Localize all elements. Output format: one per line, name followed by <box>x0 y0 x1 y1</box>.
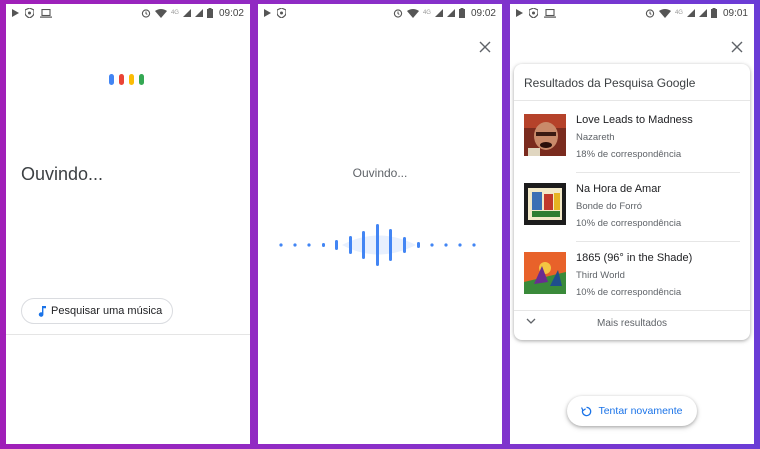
clock-time: 09:01 <box>722 7 748 19</box>
clock-time: 09:02 <box>218 7 244 19</box>
close-icon[interactable] <box>730 40 744 54</box>
signal-icon <box>182 9 191 17</box>
search-song-button[interactable]: Pesquisar uma música <box>21 298 173 324</box>
google-assistant-dots <box>109 74 144 85</box>
green-dot <box>139 74 144 85</box>
battery-icon <box>206 8 213 18</box>
network-type-label: 4G <box>170 10 179 16</box>
wave-bar <box>335 240 338 250</box>
status-bar: 4G 09:01 <box>510 4 754 22</box>
wifi-icon <box>406 8 419 18</box>
results-title: Resultados da Pesquisa Google <box>524 76 696 90</box>
yellow-dot <box>129 74 134 85</box>
match-percentage: 18% de correspondência <box>576 149 682 160</box>
wave-bar <box>322 243 325 247</box>
alarm-icon <box>141 8 151 18</box>
wave-dot <box>444 243 448 247</box>
signal-icon-secondary <box>446 9 455 17</box>
red-dot <box>119 74 124 85</box>
refresh-icon <box>581 406 592 417</box>
screen-listening-wave: 4G 09:02 Ouvindo... <box>258 4 502 444</box>
status-bar: 4G 09:02 <box>258 4 502 22</box>
more-results-row[interactable]: Mais resultados <box>514 310 750 340</box>
wave-dot <box>458 243 462 247</box>
shield-icon <box>529 8 538 18</box>
divider <box>514 100 750 101</box>
album-art-thumbnail <box>524 114 566 156</box>
status-bar: 4G 09:02 <box>6 4 250 22</box>
divider <box>6 334 250 335</box>
music-note-icon <box>38 305 46 317</box>
divider <box>576 241 740 242</box>
signal-icon <box>434 9 443 17</box>
network-type-label: 4G <box>422 10 431 16</box>
wave-bar <box>349 236 352 254</box>
listening-label: Ouvindo... <box>352 166 408 180</box>
play-icon <box>516 9 523 17</box>
search-song-label: Pesquisar uma música <box>51 305 163 317</box>
play-icon <box>12 9 19 17</box>
song-title: 1865 (96° in the Shade) <box>576 252 693 264</box>
wave-bar <box>417 242 420 248</box>
song-artist: Bonde do Forró <box>576 201 643 212</box>
match-percentage: 10% de correspondência <box>576 218 682 229</box>
screen-listening-start: 4G 09:02 Ouvindo... Pesquisar uma música <box>6 4 250 444</box>
alarm-icon <box>393 8 403 18</box>
divider <box>576 172 740 173</box>
song-artist: Third World <box>576 270 625 281</box>
wave-dot <box>293 243 297 247</box>
signal-icon-secondary <box>194 9 203 17</box>
signal-icon <box>686 9 695 17</box>
battery-icon <box>710 8 717 18</box>
wave-dot <box>307 243 311 247</box>
more-results-label: Mais resultados <box>596 318 668 329</box>
album-art-thumbnail <box>524 183 566 225</box>
network-type-label: 4G <box>674 10 683 16</box>
wave-dot <box>430 243 434 247</box>
wifi-icon <box>154 8 167 18</box>
wifi-icon <box>658 8 671 18</box>
wave-bar <box>389 229 392 261</box>
song-artist: Nazareth <box>576 132 615 143</box>
wave-dot <box>279 243 283 247</box>
battery-icon <box>458 8 465 18</box>
play-icon <box>264 9 271 17</box>
laptop-icon <box>544 8 556 18</box>
retry-label: Tentar novamente <box>598 405 683 417</box>
match-percentage: 10% de correspondência <box>576 287 682 298</box>
results-card: Resultados da Pesquisa Google Love Leads… <box>514 64 750 340</box>
retry-button[interactable]: Tentar novamente <box>567 396 697 426</box>
blue-dot <box>109 74 114 85</box>
alarm-icon <box>645 8 655 18</box>
laptop-icon <box>40 8 52 18</box>
song-title: Na Hora de Amar <box>576 183 661 195</box>
album-art-thumbnail <box>524 252 566 294</box>
clock-time: 09:02 <box>470 7 496 19</box>
close-icon[interactable] <box>478 40 492 54</box>
wave-bar <box>362 231 365 259</box>
shield-icon <box>25 8 34 18</box>
screen-results: 4G 09:01 Resultados da Pesquisa Google L… <box>510 4 754 444</box>
shield-icon <box>277 8 286 18</box>
wave-bar <box>403 237 406 253</box>
wave-dot <box>472 243 476 247</box>
signal-icon-secondary <box>698 9 707 17</box>
listening-label: Ouvindo... <box>21 164 104 184</box>
song-title: Love Leads to Madness <box>576 114 693 126</box>
wave-bar <box>376 224 379 266</box>
sound-wave-visualizer <box>279 224 476 266</box>
